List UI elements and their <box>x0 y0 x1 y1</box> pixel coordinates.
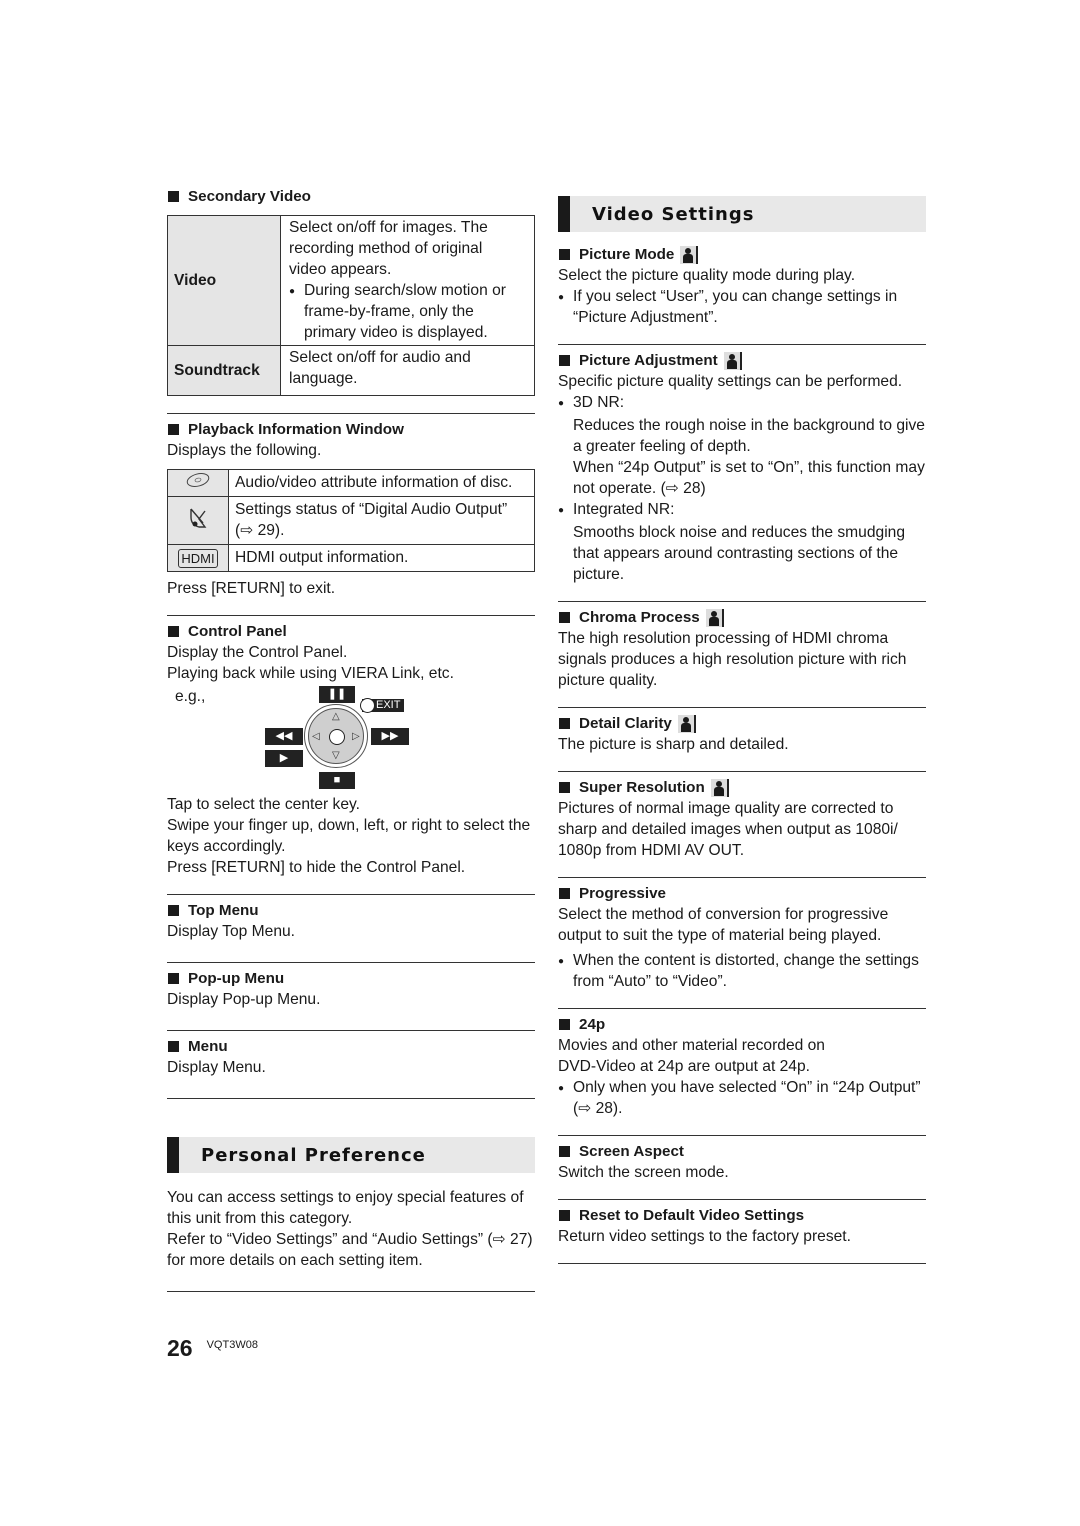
bullet-icon <box>558 1077 573 1119</box>
pause-button[interactable]: ❚❚ <box>319 686 355 703</box>
divider <box>558 1135 926 1136</box>
section-heading-picture-adjustment: Picture Adjustment <box>558 350 926 371</box>
divider <box>167 413 535 414</box>
square-bullet-icon <box>559 718 570 729</box>
square-bullet-icon <box>168 626 179 637</box>
fast-forward-button[interactable]: ▶▶ <box>371 728 409 745</box>
section-heading-playback-info: Playback Information Window <box>167 419 535 440</box>
secondary-video-table: Video Select on/off for images. The reco… <box>167 215 535 396</box>
user-setting-icon <box>680 245 699 264</box>
section-heading-chroma-process: Chroma Process <box>558 607 926 628</box>
user-setting-icon <box>705 608 724 627</box>
square-bullet-icon <box>168 424 179 435</box>
divider <box>167 1030 535 1031</box>
square-bullet-icon <box>559 1210 570 1221</box>
exit-button[interactable]: EXIT <box>359 698 405 713</box>
hdmi-icon: HDMI <box>167 544 229 572</box>
arrow-down-icon[interactable]: ▽ <box>332 751 340 761</box>
bullet-icon <box>558 499 573 522</box>
divider <box>558 707 926 708</box>
bullet-item: Integrated NR: <box>558 499 926 522</box>
stop-button[interactable]: ■ <box>319 772 355 789</box>
square-bullet-icon <box>168 905 179 916</box>
divider <box>167 1291 535 1292</box>
table-row: HDMI HDMI output information. <box>167 544 535 572</box>
navigation-dial[interactable]: △ ▽ ◁ ▷ <box>304 704 368 768</box>
divider <box>558 771 926 772</box>
bullet-item: 3D NR: <box>558 392 926 415</box>
bullet-item: When the content is distorted, change th… <box>558 950 926 992</box>
row-key: Soundtrack <box>167 345 281 396</box>
user-setting-icon <box>677 714 696 733</box>
divider <box>558 877 926 878</box>
rewind-button[interactable]: ◀◀ <box>265 728 303 745</box>
square-bullet-icon <box>168 1041 179 1052</box>
square-bullet-icon <box>168 191 179 202</box>
user-setting-icon <box>723 351 742 370</box>
section-heading-control-panel: Control Panel <box>167 621 535 642</box>
square-bullet-icon <box>559 612 570 623</box>
square-bullet-icon <box>559 888 570 899</box>
square-bullet-icon <box>559 249 570 260</box>
row-key: Video <box>167 215 281 346</box>
page-footer: 26 VQT3W08 <box>167 1335 258 1364</box>
section-heading-super-resolution: Super Resolution <box>558 777 926 798</box>
section-banner-personal-preference: Personal Preference <box>167 1137 535 1173</box>
section-heading-detail-clarity: Detail Clarity <box>558 713 926 734</box>
bullet-icon <box>558 392 573 415</box>
disc-icon <box>167 469 229 497</box>
divider <box>558 344 926 345</box>
table-row: Audio/video attribute information of dis… <box>167 469 535 497</box>
divider <box>558 601 926 602</box>
table-row: Soundtrack Select on/off for audio and l… <box>167 345 535 396</box>
table-row: Settings status of “Digital Audio Output… <box>167 496 535 545</box>
playback-info-table: Audio/video attribute information of dis… <box>167 469 535 572</box>
page-number: 26 <box>167 1335 193 1361</box>
table-row: Video Select on/off for images. The reco… <box>167 215 535 346</box>
section-heading-secondary-video: Secondary Video <box>167 186 535 207</box>
divider <box>167 615 535 616</box>
section-heading-reset: Reset to Default Video Settings <box>558 1205 926 1226</box>
divider <box>558 1263 926 1264</box>
play-button[interactable]: ▶ <box>265 750 303 767</box>
bullet-icon <box>289 280 304 343</box>
section-heading-menu: Menu <box>167 1036 535 1057</box>
square-bullet-icon <box>559 1146 570 1157</box>
bullet-item: If you select “User”, you can change set… <box>558 286 926 328</box>
bullet-item: Only when you have selected “On” in “24p… <box>558 1077 926 1119</box>
document-code: VQT3W08 <box>206 1339 258 1351</box>
square-bullet-icon <box>559 355 570 366</box>
divider <box>167 962 535 963</box>
section-heading-popup-menu: Pop-up Menu <box>167 968 535 989</box>
square-bullet-icon <box>559 1019 570 1030</box>
center-key-button[interactable] <box>329 729 345 745</box>
bullet-icon <box>558 950 573 992</box>
square-bullet-icon <box>559 782 570 793</box>
divider <box>167 1098 535 1099</box>
section-heading-picture-mode: Picture Mode <box>558 244 926 265</box>
arrow-left-icon[interactable]: ◁ <box>312 732 320 742</box>
digital-audio-icon <box>167 496 229 545</box>
section-heading-progressive: Progressive <box>558 883 926 904</box>
arrow-up-icon[interactable]: △ <box>332 712 340 722</box>
section-banner-video-settings: Video Settings <box>558 196 926 232</box>
right-column: Video Settings Picture Mode Select the p… <box>558 196 926 1264</box>
user-setting-icon <box>710 778 729 797</box>
divider <box>558 1008 926 1009</box>
section-heading-top-menu: Top Menu <box>167 900 535 921</box>
left-column: Secondary Video Video Select on/off for … <box>167 186 535 1292</box>
section-heading-24p: 24p <box>558 1014 926 1035</box>
section-heading-screen-aspect: Screen Aspect <box>558 1141 926 1162</box>
bullet-item: During search/slow motion or frame-by-fr… <box>289 280 528 343</box>
divider <box>167 894 535 895</box>
control-panel-diagram: e.g., ❚❚ EXIT ◀◀ ▶▶ ▶ ■ △ ▽ ◁ ▷ <box>167 686 535 789</box>
square-bullet-icon <box>168 973 179 984</box>
arrow-right-icon[interactable]: ▷ <box>352 732 360 742</box>
row-value: Select on/off for images. The recording … <box>280 215 535 346</box>
divider <box>558 1199 926 1200</box>
row-value: Select on/off for audio and language. <box>280 345 535 396</box>
bullet-icon <box>558 286 573 328</box>
